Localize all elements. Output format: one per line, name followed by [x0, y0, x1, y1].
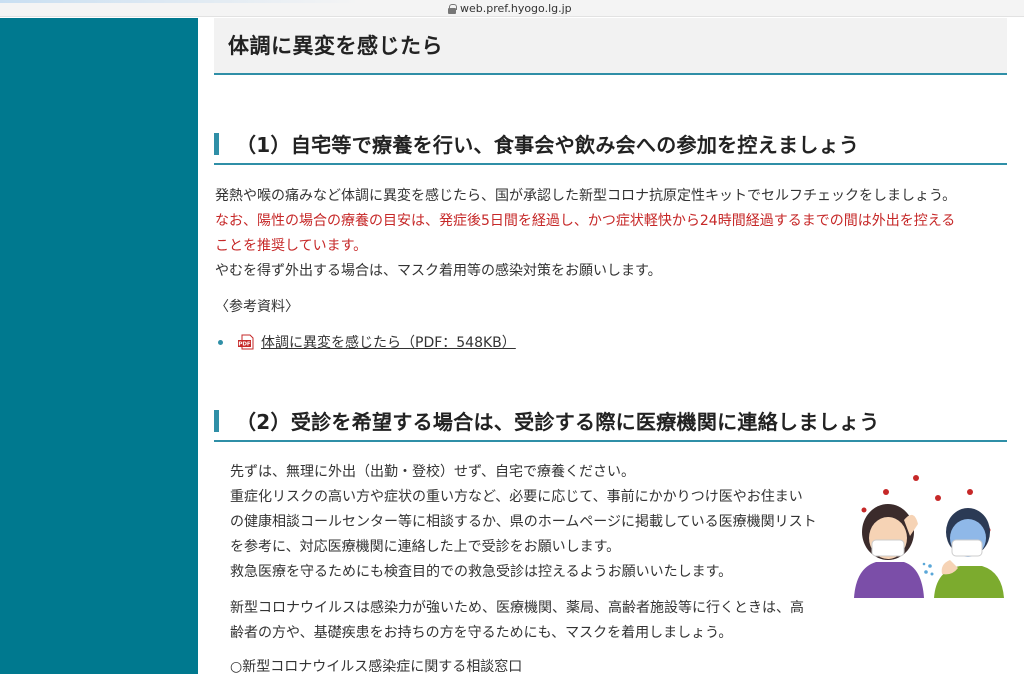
list-bullet	[218, 339, 223, 345]
page-title: 体調に異変を感じたら	[228, 34, 443, 58]
pdf-link-item: PDF 体調に異変を感じたら（PDF：548KB）	[218, 331, 516, 353]
lock-icon	[448, 3, 457, 14]
section2-p1-line1: 先ずは、無理に外出（出勤・登校）せず、自宅で療養ください。	[230, 464, 636, 480]
section1-warning-line1: なお、陽性の場合の療養の目安は、発症後5日間を経過し、かつ症状軽快から24時間経…	[215, 213, 956, 229]
left-sidebar	[0, 18, 198, 674]
url-text: web.pref.hyogo.lg.jp	[460, 2, 572, 15]
section2-p2-line1: 新型コロナウイルスは感染力が強いため、医療機関、薬局、高齢者施設等に行くときは、…	[230, 600, 804, 616]
section2-p1-line4: を参考に、対応医療機関に連絡した上で受診をお願いします。	[230, 539, 621, 555]
heading-marker	[214, 410, 219, 432]
section1-warning-line2: ことを推奨しています。	[215, 238, 368, 254]
browser-url-bar[interactable]: web.pref.hyogo.lg.jp	[0, 0, 1024, 17]
section1-line1: 発熱や喉の痛みなど体調に異変を感じたら、国が承認した新型コロナ抗原定性キットでセ…	[215, 188, 957, 204]
section2-paragraph1: 先ずは、無理に外出（出勤・登校）せず、自宅で療養ください。 重症化リスクの高い方…	[230, 460, 840, 585]
page-load-strip	[0, 0, 360, 3]
section2-p1-line5: 救急医療を守るためにも検査目的での救急受診は控えるようお願いいたします。	[230, 564, 733, 580]
section2-paragraph2: 新型コロナウイルスは感染力が強いため、医療機関、薬局、高齢者施設等に行くときは、…	[230, 596, 840, 646]
masked-people-coughing-illustration	[854, 475, 1004, 598]
section2-heading-block: （2）受診を希望する場合は、受診する際に医療機関に連絡しましょう	[214, 402, 1007, 442]
heading-marker	[214, 133, 219, 155]
page-title-box: 体調に異変を感じたら	[214, 18, 1007, 75]
section2-p1-line2: 重症化リスクの高い方や症状の重い方など、必要に応じて、事前にかかりつけ医やお住ま…	[230, 489, 803, 505]
section2-p2-line2: 齢者の方や、基礎疾患をお持ちの方を守るためにも、マスクを着用しましょう。	[230, 625, 733, 641]
consultation-heading: ○新型コロナウイルス感染症に関する相談窓口	[230, 659, 523, 674]
pdf-icon: PDF	[238, 334, 254, 350]
section1-line4: やむを得ず外出する場合は、マスク着用等の感染対策をお願いします。	[215, 263, 662, 279]
section1-heading: （1）自宅等で療養を行い、食事会や飲み会への参加を控えましょう	[236, 133, 860, 157]
pdf-link[interactable]: 体調に異変を感じたら（PDF：548KB）	[261, 332, 516, 352]
section1-heading-block: （1）自宅等で療養を行い、食事会や飲み会への参加を控えましょう	[214, 125, 1007, 165]
url-display[interactable]: web.pref.hyogo.lg.jp	[448, 1, 572, 16]
section1-body: 発熱や喉の痛みなど体調に異変を感じたら、国が承認した新型コロナ抗原定性キットでセ…	[215, 184, 1015, 284]
section2-heading: （2）受診を希望する場合は、受診する際に医療機関に連絡しましょう	[236, 410, 880, 434]
section2-p1-line3: の健康相談コールセンター等に相談するか、県のホームページに掲載している医療機関リ…	[230, 514, 817, 530]
svg-text:PDF: PDF	[238, 342, 251, 348]
reference-label: 〈参考資料〉	[215, 299, 299, 315]
